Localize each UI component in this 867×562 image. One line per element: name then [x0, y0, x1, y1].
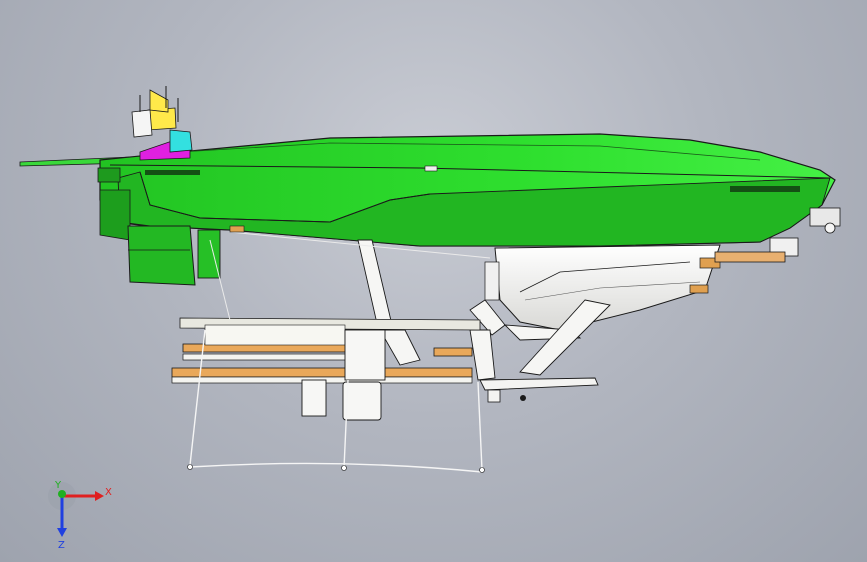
rear-foil[interactable] — [479, 377, 599, 403]
x-arrow-icon — [95, 491, 104, 501]
engine-pod[interactable] — [127, 225, 221, 286]
z-axis-label: Z — [58, 540, 65, 550]
hull[interactable] — [97, 133, 836, 247]
y-axis-dot — [58, 490, 66, 498]
cockpit[interactable] — [131, 86, 193, 161]
z-arrow-icon — [57, 528, 67, 537]
y-axis-label: Y — [54, 480, 62, 491]
coordinate-triad: X Y Z — [48, 480, 112, 550]
x-axis-label: X — [105, 487, 112, 498]
boat-model[interactable] — [0, 0, 867, 562]
lower-hull[interactable] — [494, 244, 721, 331]
graphics-viewport[interactable]: X Y Z — [0, 0, 867, 562]
foil-boards[interactable] — [171, 317, 481, 384]
